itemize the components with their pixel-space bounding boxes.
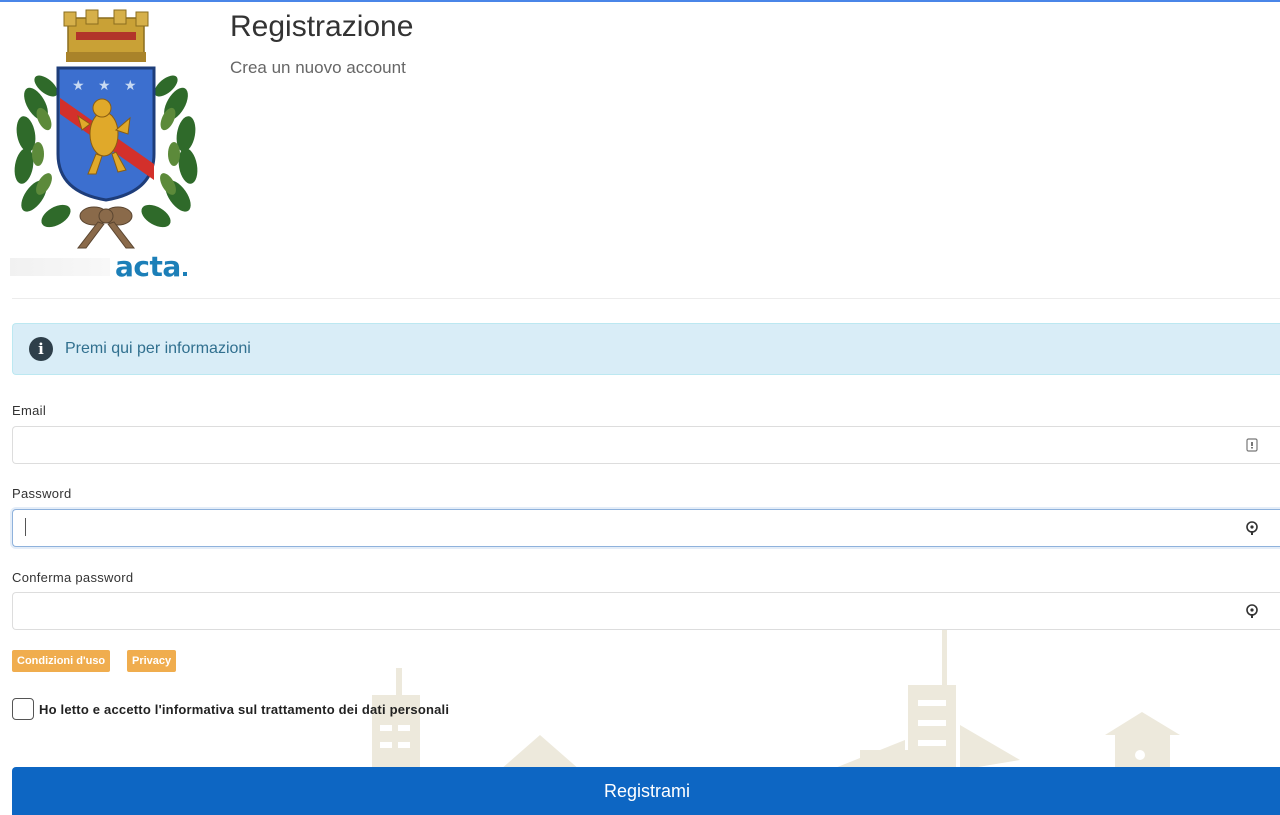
terms-of-use-button[interactable]: Condizioni d'uso	[12, 650, 111, 672]
email-label: Email	[12, 403, 47, 418]
page-title: Registrazione	[230, 10, 414, 43]
register-button[interactable]: Registrami	[12, 767, 1280, 815]
page-subtitle: Crea un nuovo account	[230, 58, 406, 77]
svg-text:★: ★	[72, 78, 85, 94]
privacy-button[interactable]: Privacy	[127, 650, 177, 672]
svg-text:★: ★	[124, 78, 137, 94]
password-key-icon[interactable]	[1244, 603, 1260, 619]
confirm-password-label: Conferma password	[12, 570, 134, 585]
email-field[interactable]	[12, 426, 1280, 464]
text-caret	[25, 518, 26, 536]
window-top-border	[0, 0, 1280, 2]
svg-text:★: ★	[98, 78, 111, 94]
acta-logo: acta	[115, 250, 187, 283]
password-key-icon[interactable]	[1244, 520, 1260, 536]
info-banner[interactable]: i Premi qui per informazioni	[12, 323, 1280, 375]
autofill-card-icon[interactable]	[1244, 437, 1260, 453]
brand-dot	[182, 272, 187, 276]
confirm-password-field[interactable]	[12, 592, 1280, 630]
header-divider	[12, 298, 1280, 299]
logo-background-stripe	[10, 258, 110, 276]
consent-checkbox[interactable]	[12, 698, 34, 720]
consent-label[interactable]: Ho letto e accetto l'informativa sul tra…	[39, 702, 449, 717]
coat-of-arms-logo: ★ ★ ★	[6, 4, 206, 284]
password-label: Password	[12, 486, 72, 501]
info-circle-icon: i	[29, 337, 53, 361]
brand-text: acta	[115, 250, 181, 283]
password-field[interactable]	[12, 509, 1280, 547]
city-skyline-background	[372, 630, 1180, 770]
info-banner-text: Premi qui per informazioni	[65, 340, 251, 357]
